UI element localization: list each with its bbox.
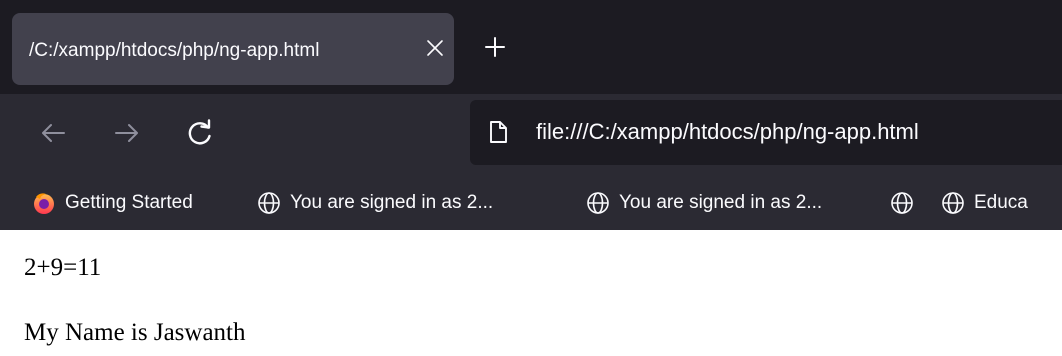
reload-icon[interactable] <box>183 115 217 149</box>
page-text-line: My Name is Jaswanth <box>24 319 246 346</box>
bookmarks-toolbar: Getting Started You are signed in as 2..… <box>0 176 1062 230</box>
tab-active[interactable]: /C:/xampp/htdocs/php/ng-app.html <box>12 13 454 85</box>
arrow-right-icon[interactable] <box>110 116 144 150</box>
arrow-left-icon[interactable] <box>36 116 70 150</box>
bookmark-untitled[interactable] <box>890 176 914 230</box>
globe-icon <box>942 192 964 214</box>
firefox-icon <box>34 193 54 214</box>
tab-title: /C:/xampp/htdocs/php/ng-app.html <box>29 40 320 61</box>
bookmark-label: You are signed in as 2... <box>619 192 823 213</box>
globe-icon <box>587 192 609 214</box>
url-text[interactable]: file:///C:/xampp/htdocs/php/ng-app.html <box>536 119 919 145</box>
bookmark-label: Educa <box>974 192 1028 213</box>
page-text-line: 2+9=11 <box>24 254 102 281</box>
close-icon[interactable] <box>424 35 446 59</box>
bookmark-signed-in-2[interactable]: You are signed in as 2... <box>586 176 822 230</box>
bookmark-educa[interactable]: Educa <box>941 176 1028 230</box>
globe-icon <box>258 192 280 214</box>
bookmark-label: Getting Started <box>65 192 193 213</box>
globe-icon <box>891 192 913 214</box>
plus-icon[interactable] <box>483 35 507 59</box>
tab-strip: /C:/xampp/htdocs/php/ng-app.html <box>0 0 1062 94</box>
page-icon <box>488 120 508 144</box>
bookmark-getting-started[interactable]: Getting Started <box>32 176 193 230</box>
bookmark-signed-in-1[interactable]: You are signed in as 2... <box>257 176 493 230</box>
page-content: 2+9=11 My Name is Jaswanth <box>0 230 1062 356</box>
navigation-toolbar: file:///C:/xampp/htdocs/php/ng-app.html <box>0 94 1062 176</box>
address-bar[interactable]: file:///C:/xampp/htdocs/php/ng-app.html <box>470 100 1062 165</box>
bookmark-label: You are signed in as 2... <box>290 192 494 213</box>
